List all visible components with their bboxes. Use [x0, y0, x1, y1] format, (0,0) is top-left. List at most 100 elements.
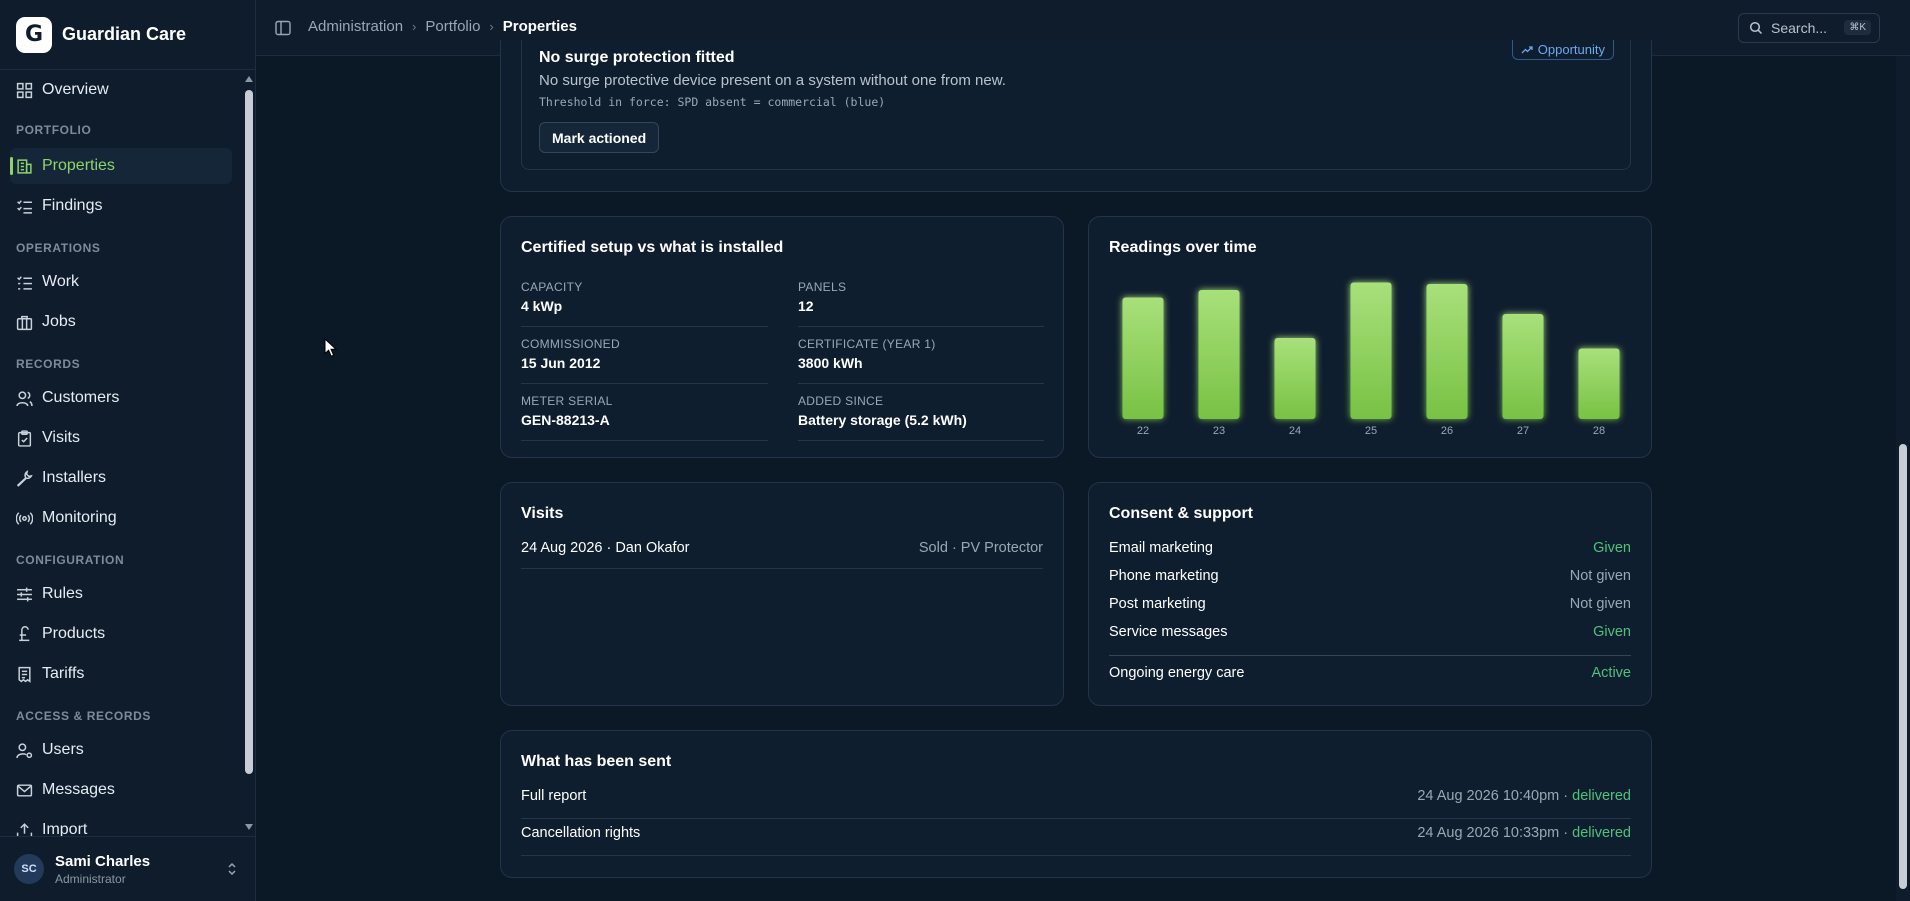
chart-bar-25[interactable] — [1350, 282, 1392, 420]
logo-icon: G — [16, 16, 52, 53]
page-scroll-thumb[interactable] — [1899, 444, 1907, 889]
sidebar-toggle-icon[interactable] — [274, 19, 292, 37]
search-icon — [1749, 21, 1763, 35]
clipboard-icon — [17, 429, 32, 447]
sidebar-item-messages[interactable]: Messages — [10, 772, 232, 808]
card-title: Certified setup vs what is installed — [521, 239, 784, 256]
breadcrumb-administration[interactable]: Administration — [308, 18, 403, 35]
field-meter-serial: METER SERIAL GEN-88213-A — [521, 394, 768, 441]
field-label: COMMISSIONED — [521, 337, 620, 351]
consent-label: Service messages — [1109, 624, 1228, 640]
sidebar-item-label: Installers — [42, 469, 107, 486]
sidebar-item-users[interactable]: Users — [10, 732, 232, 768]
sidebar-item-products[interactable]: Products — [10, 616, 232, 652]
sidebar-item-label: Overview — [42, 81, 109, 98]
chart-bar-28[interactable] — [1578, 348, 1620, 420]
sidebar-item-import[interactable]: Import — [10, 812, 232, 836]
chevron-right-icon: › — [412, 19, 417, 34]
field-certificate: CERTIFICATE (YEAR 1) 3800 kWh — [798, 337, 1044, 384]
sidebar-scrollbar[interactable] — [242, 70, 256, 836]
sidebar-item-label: Rules — [42, 585, 83, 602]
sidebar-item-label: Products — [42, 625, 106, 642]
breadcrumb-portfolio[interactable]: Portfolio — [425, 18, 480, 35]
x-tick-label: 27 — [1517, 425, 1529, 437]
sidebar-item-monitoring[interactable]: Monitoring — [10, 500, 232, 536]
user-menu[interactable]: SC Sami Charles Administrator — [0, 836, 256, 901]
consent-label: Email marketing — [1109, 540, 1213, 556]
consent-status: Given — [1593, 624, 1631, 640]
sidebar-scroll-thumb[interactable] — [245, 90, 253, 774]
trend-up-icon — [1521, 45, 1533, 53]
field-value: 3800 kWh — [798, 355, 863, 371]
sidebar-item-rules[interactable]: Rules — [10, 576, 232, 612]
chart-bar-22[interactable] — [1122, 297, 1164, 420]
sent-item-label: Full report — [521, 788, 587, 804]
visit-row[interactable]: 24 Aug 2026 · Dan Okafor Sold · PV Prote… — [521, 540, 1043, 569]
upload-icon — [16, 822, 33, 836]
chart-bar-24[interactable] — [1274, 338, 1316, 419]
visits-card: Visits 24 Aug 2026 · Dan Okafor Sold · P… — [500, 482, 1064, 706]
receipt-icon — [18, 666, 31, 683]
sidebar-item-customers[interactable]: Customers — [10, 380, 232, 416]
consent-card: Consent & support Email marketing Given … — [1088, 482, 1652, 706]
sent-messages-card: What has been sent Full report 24 Aug 20… — [500, 730, 1652, 878]
chart-bar-26[interactable] — [1426, 284, 1468, 419]
finding-item: No surge protection fitted No surge prot… — [521, 40, 1631, 170]
app-name: Guardian Care — [62, 24, 187, 44]
sidebar-item-findings[interactable]: Findings — [10, 188, 232, 224]
brand[interactable]: G Guardian Care — [0, 0, 255, 70]
readings-chart-card: Readings over time 22 23 24 25 26 27 28 — [1088, 216, 1652, 458]
sidebar-item-label: Work — [42, 273, 80, 290]
x-tick-label: 28 — [1593, 425, 1605, 437]
consent-row-service: Service messages Given — [1109, 624, 1631, 640]
sent-row[interactable]: Full report 24 Aug 2026 10:40pm · delive… — [521, 788, 1631, 819]
sliders-icon — [17, 587, 32, 601]
mark-actioned-button[interactable]: Mark actioned — [539, 122, 660, 153]
scroll-up-arrow-icon[interactable] — [245, 76, 253, 82]
consent-label: Phone marketing — [1109, 568, 1219, 584]
briefcase-icon — [16, 315, 33, 330]
sent-status: delivered — [1572, 788, 1631, 804]
sidebar: G Guardian Care Overview PORTFOLIO Prope… — [0, 0, 256, 901]
radio-icon — [16, 511, 33, 525]
sidebar-item-jobs[interactable]: Jobs — [10, 304, 232, 340]
page-scrollbar[interactable] — [1896, 56, 1910, 901]
finding-threshold: Threshold in force: SPD absent = commerc… — [539, 95, 886, 109]
avatar: SC — [14, 854, 44, 884]
visit-outcome: Sold · PV Protector — [918, 540, 1043, 556]
card-title: What has been sent — [521, 753, 672, 770]
chart-bar-23[interactable] — [1198, 290, 1240, 419]
sent-row[interactable]: Cancellation rights 24 Aug 2026 10:33pm … — [521, 825, 1631, 856]
wrench-icon — [16, 469, 33, 487]
users-icon — [16, 390, 33, 406]
section-portfolio: PORTFOLIO — [16, 123, 92, 137]
consent-label: Post marketing — [1109, 596, 1206, 612]
sidebar-item-label: Customers — [42, 389, 120, 406]
sidebar-item-work[interactable]: Work — [10, 264, 232, 300]
sent-status: delivered — [1572, 825, 1631, 841]
building-icon — [17, 158, 32, 174]
sidebar-item-properties[interactable]: Properties — [10, 148, 232, 184]
sidebar-item-visits[interactable]: Visits — [10, 420, 232, 456]
chevron-updown-icon[interactable] — [226, 861, 238, 877]
search-label: Search... — [1771, 20, 1828, 36]
sidebar-item-label: Properties — [42, 157, 115, 174]
field-label: ADDED SINCE — [798, 394, 884, 408]
mail-icon — [16, 783, 33, 797]
field-label: CERTIFICATE (YEAR 1) — [798, 337, 936, 351]
consent-label: Ongoing energy care — [1109, 665, 1245, 681]
user-gear-icon — [16, 742, 33, 758]
sidebar-item-installers[interactable]: Installers — [10, 460, 232, 496]
scroll-down-arrow-icon[interactable] — [245, 824, 253, 830]
field-value: 4 kWp — [521, 298, 563, 314]
field-label: CAPACITY — [521, 280, 583, 294]
chart-bar-27[interactable] — [1502, 314, 1544, 419]
sidebar-item-label: Users — [42, 741, 84, 758]
sidebar-item-overview[interactable]: Overview — [10, 72, 232, 108]
mouse-cursor-icon — [324, 338, 338, 357]
sidebar-item-tariffs[interactable]: Tariffs — [10, 656, 232, 692]
search-button[interactable]: Search... ⌘K — [1738, 13, 1880, 43]
logo-letter: G — [24, 22, 44, 47]
x-tick-label: 25 — [1365, 425, 1377, 437]
finding-description: No surge protective device present on a … — [539, 72, 1006, 89]
